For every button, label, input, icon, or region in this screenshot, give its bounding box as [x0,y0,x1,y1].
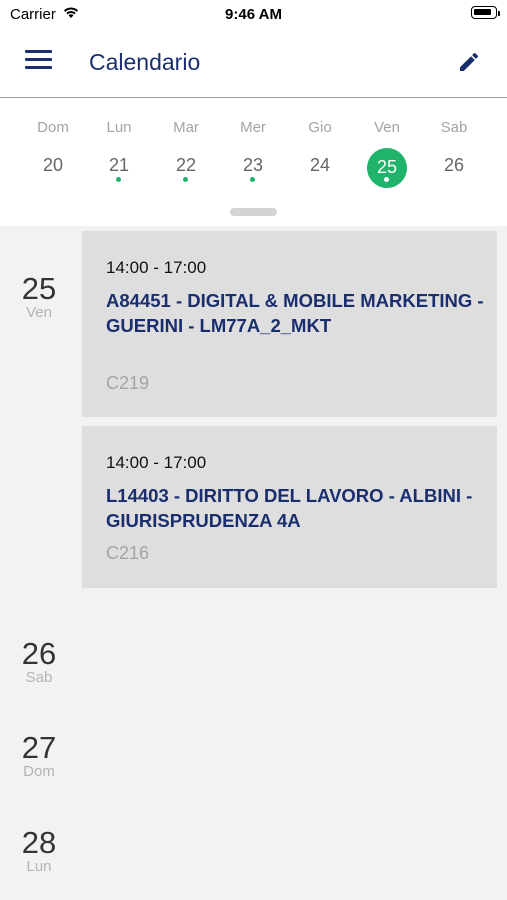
date-number: 27 [21,730,57,765]
battery-cap [498,11,500,16]
pencil-icon[interactable] [457,50,481,74]
event-indicator-dot [116,177,121,182]
date-weekday: Sab [25,669,53,686]
agenda-date-26: 26 Sab [0,637,78,686]
day-number: 26 [443,155,465,175]
day-cell-ven-selected[interactable]: Ven 25 [357,98,417,208]
day-number: 20 [42,155,64,175]
date-number: 28 [21,825,57,860]
agenda-date-28: 28 Lun [0,826,78,875]
event-room: C219 [106,373,150,393]
day-cell-gio[interactable]: Gio 24 [290,98,350,208]
event-title: A84451 - DIGITAL & MOBILE MARKETING - GU… [106,290,484,336]
day-cell-sab[interactable]: Sab 26 [424,98,484,208]
nav-bar: Calendario [0,28,507,98]
event-time: 14:00 - 17:00 [106,258,207,277]
day-name: Gio [308,119,332,136]
day-number: 25 [376,157,398,177]
day-name: Dom [37,119,69,136]
day-cell-dom[interactable]: Dom 20 [23,98,83,208]
day-name: Mer [240,119,266,136]
event-title: L14403 - DIRITTO DEL LAVORO - ALBINI - G… [106,485,473,531]
day-number: 24 [309,155,331,175]
day-cell-mer[interactable]: Mer 23 [223,98,283,208]
agenda-date-27: 27 Dom [0,731,78,780]
date-weekday: Lun [26,858,52,875]
hamburger-menu-icon[interactable] [25,50,52,70]
date-weekday: Dom [23,763,55,780]
week-strip: Dom 20 Lun 21 Mar 22 Mer 23 Gio 24 Ven 2… [0,98,507,226]
day-cell-lun[interactable]: Lun 21 [89,98,149,208]
date-number: 26 [21,636,57,671]
event-indicator-dot [183,177,188,182]
day-name: Ven [374,119,400,136]
event-indicator-dot [250,177,255,182]
page-title: Calendario [89,49,201,75]
day-name: Sab [440,119,468,136]
drag-handle[interactable] [230,208,277,216]
agenda-date-25: 25 Ven [0,272,78,321]
day-number: 23 [242,155,264,175]
event-card[interactable]: 14:00 - 17:00 A84451 - DIGITAL & MOBILE … [82,231,497,417]
clock: 9:46 AM [225,6,282,23]
event-time: 14:00 - 17:00 [106,453,207,472]
day-number: 21 [108,155,130,175]
event-indicator-dot [384,177,389,182]
day-number: 22 [175,155,197,175]
status-bar: Carrier 9:46 AM [0,0,507,28]
event-room: C216 [106,543,150,563]
date-number: 25 [21,271,57,306]
day-cell-mar[interactable]: Mar 22 [156,98,216,208]
date-weekday: Ven [26,304,52,321]
day-name: Mar [173,119,199,136]
day-name: Lun [106,119,132,136]
battery-icon [471,6,497,19]
event-card[interactable]: 14:00 - 17:00 L14403 - DIRITTO DEL LAVOR… [82,426,497,588]
